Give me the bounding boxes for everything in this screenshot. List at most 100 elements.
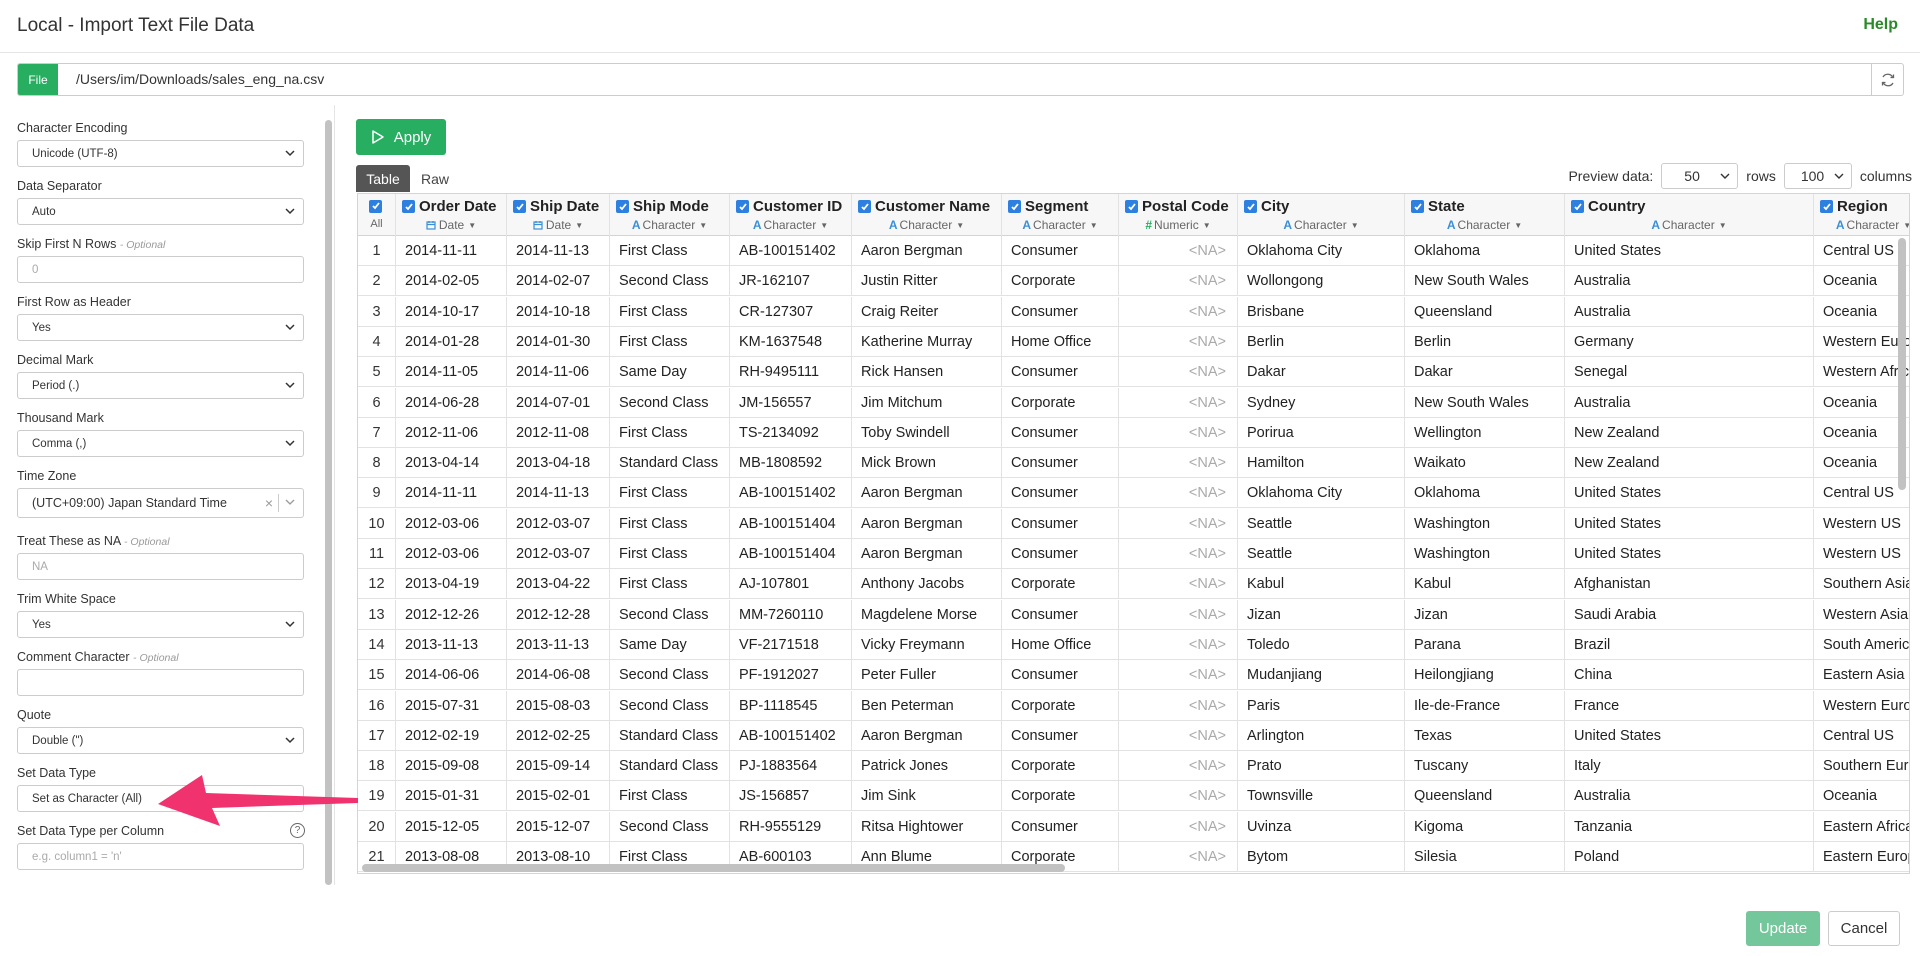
table-cell: 2014-02-07 — [507, 266, 610, 297]
tab-table[interactable]: Table — [356, 165, 410, 192]
column-checkbox[interactable] — [616, 200, 629, 213]
column-header[interactable]: City A Character ▼ — [1238, 194, 1405, 236]
character-type-icon: A — [631, 218, 641, 232]
column-header[interactable]: Order Date Date ▼ — [396, 194, 507, 236]
table-cell: Consumer — [1002, 478, 1119, 509]
set-data-type-per-column-input[interactable]: e.g. column1 = 'n' — [17, 843, 304, 870]
column-type-selector[interactable]: Date ▼ — [396, 218, 506, 232]
table-cell: Kigoma — [1405, 811, 1565, 842]
table-cell: 2015-12-05 — [396, 811, 507, 842]
first-row-header-select[interactable]: Yes — [17, 314, 304, 341]
table-cell: Second Class — [610, 387, 730, 418]
decimal-mark-select[interactable]: Period (.) — [17, 372, 304, 399]
column-type-selector[interactable]: ACharacter▼ — [852, 218, 1001, 232]
preview-columns-select[interactable]: 100 — [1783, 163, 1852, 189]
field-label: Trim White Space — [17, 592, 116, 606]
column-header[interactable]: Ship Mode A Character ▼ — [610, 194, 730, 236]
column-type-selector[interactable]: ACharacter▼ — [1565, 218, 1813, 232]
clear-icon[interactable]: × — [265, 495, 273, 511]
column-checkbox[interactable] — [1125, 200, 1138, 213]
column-header-name: Customer ID — [736, 198, 842, 215]
table-cell: Afghanistan — [1565, 569, 1814, 600]
window-title: Local - Import Text File Data — [17, 15, 255, 36]
column-type-selector[interactable]: Date ▼ — [507, 218, 609, 232]
thousand-mark-select[interactable]: Comma (,) — [17, 430, 304, 457]
row-number: 15 — [358, 660, 396, 691]
column-checkbox[interactable] — [1571, 200, 1584, 213]
preview-rows-select[interactable]: 50 — [1661, 163, 1739, 189]
table-cell: Toby Swindell — [852, 417, 1002, 448]
column-header-name: Order Date — [402, 198, 497, 215]
table-cell: JR-162107 — [730, 266, 852, 297]
data-separator-select[interactable]: Auto — [17, 198, 304, 225]
horizontal-scrollbar[interactable] — [362, 864, 1065, 872]
file-path-input[interactable]: /Users/im/Downloads/sales_eng_na.csv — [58, 64, 1871, 95]
column-checkbox[interactable] — [513, 200, 526, 213]
column-checkbox[interactable] — [402, 200, 415, 213]
table-cell: 2014-11-11 — [396, 236, 507, 266]
chevron-down-icon — [285, 208, 295, 215]
column-type-selector[interactable]: ACharacter▼ — [1002, 218, 1118, 232]
table-header: All Order Date Date ▼ Ship Date Date ▼ Ship Mod… — [358, 194, 1909, 236]
table-cell: 2015-08-03 — [507, 690, 610, 721]
select-value: Yes — [32, 321, 51, 334]
column-checkbox[interactable] — [1820, 200, 1833, 213]
chevron-down-icon — [285, 440, 295, 447]
field-label: Quote — [17, 708, 52, 722]
table-cell: China — [1565, 660, 1814, 691]
column-type-selector[interactable]: ACharacter▼ — [610, 218, 729, 232]
column-header[interactable]: State A Character ▼ — [1405, 194, 1565, 236]
first-row-header-field: First Row as Header Yes — [17, 294, 305, 352]
column-type-selector[interactable]: # Numeric ▼ — [1119, 218, 1237, 232]
column-checkbox[interactable] — [1411, 200, 1424, 213]
trim-white-space-select[interactable]: Yes — [17, 611, 304, 638]
quote-select[interactable]: Double (") — [17, 727, 304, 754]
column-type-selector[interactable]: ACharacter▼ — [730, 218, 851, 232]
table-cell: Oklahoma City — [1238, 236, 1405, 266]
table-cell: Consumer — [1002, 448, 1119, 479]
table-row: 4 2014-01-28 2014-01-30 First Class KM-16375… — [358, 326, 1909, 357]
table-cell: 2014-10-17 — [396, 296, 507, 327]
character-type-icon: A — [888, 218, 898, 232]
table-cell: AB-100151404 — [730, 539, 852, 569]
column-header[interactable]: Customer ID A Character ▼ — [730, 194, 852, 236]
column-checkbox[interactable] — [858, 200, 871, 213]
table-cell: 2014-11-05 — [396, 357, 507, 388]
column-header[interactable]: Customer Name A Character ▼ — [852, 194, 1002, 236]
column-checkbox[interactable] — [736, 200, 749, 213]
quote-field: Quote Double (") — [17, 707, 305, 765]
help-link[interactable]: Help — [1863, 16, 1898, 34]
file-button[interactable]: File — [18, 64, 58, 95]
treat-as-na-input[interactable]: NA — [17, 553, 304, 580]
column-type-label: Date — [438, 218, 465, 232]
column-checkbox[interactable] — [1008, 200, 1021, 213]
column-checkbox[interactable] — [1244, 200, 1257, 213]
tab-raw[interactable]: Raw — [421, 171, 449, 187]
cancel-button[interactable]: Cancel — [1828, 911, 1900, 946]
column-header[interactable]: Postal Code # Numeric ▼ — [1119, 194, 1238, 236]
update-button[interactable]: Update — [1746, 911, 1820, 946]
time-zone-select[interactable]: (UTC+09:00) Japan Standard Time × — [17, 488, 304, 518]
table-row: 3 2014-10-17 2014-10-18 First Class CR-12730… — [358, 296, 1909, 327]
table-cell: <NA> — [1119, 569, 1238, 600]
table-cell: MB-1808592 — [730, 448, 852, 479]
select-all-checkbox[interactable] — [369, 199, 382, 213]
column-header[interactable]: Country A Character ▼ — [1565, 194, 1814, 236]
refresh-button[interactable] — [1871, 64, 1903, 95]
column-header[interactable]: Region ACharacter▼ — [1814, 194, 1909, 236]
table-cell: TS-2134092 — [730, 417, 852, 448]
apply-button[interactable]: Apply — [356, 119, 446, 155]
character-encoding-select[interactable]: Unicode (UTF-8) — [17, 140, 304, 167]
column-header[interactable]: Segment A Character ▼ — [1002, 194, 1119, 236]
skip-first-rows-input[interactable]: 0 — [17, 256, 304, 283]
column-header[interactable]: Ship Date Date ▼ — [507, 194, 610, 236]
table-cell: Standard Class — [610, 751, 730, 782]
table-cell: Washington — [1405, 539, 1565, 569]
column-type-selector[interactable]: ACharacter▼ — [1814, 218, 1909, 232]
column-type-selector[interactable]: ACharacter▼ — [1405, 218, 1564, 232]
column-type-selector[interactable]: ACharacter▼ — [1238, 218, 1404, 232]
comment-character-input[interactable] — [17, 669, 304, 696]
table-cell: <NA> — [1119, 842, 1238, 872]
select-value: Double (") — [32, 734, 84, 747]
vertical-scrollbar[interactable] — [1898, 238, 1906, 490]
